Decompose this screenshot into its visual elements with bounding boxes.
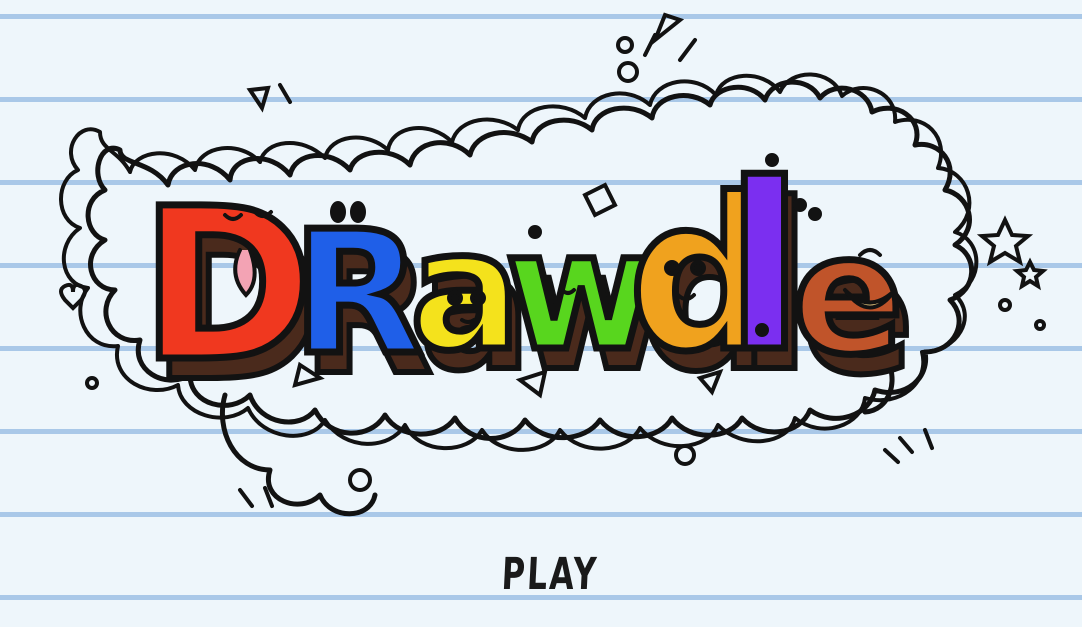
title-screen: D R a w d l e D R a w d l e PLAY	[0, 0, 1082, 627]
play-label: PLAY	[500, 549, 600, 600]
logo-letter-d: D	[140, 163, 314, 408]
drawdle-logo: D R a w d l e D R a w d l e	[59, 12, 1048, 517]
logo-letter-r: R	[292, 195, 423, 393]
play-button[interactable]: PLAY	[470, 540, 630, 610]
